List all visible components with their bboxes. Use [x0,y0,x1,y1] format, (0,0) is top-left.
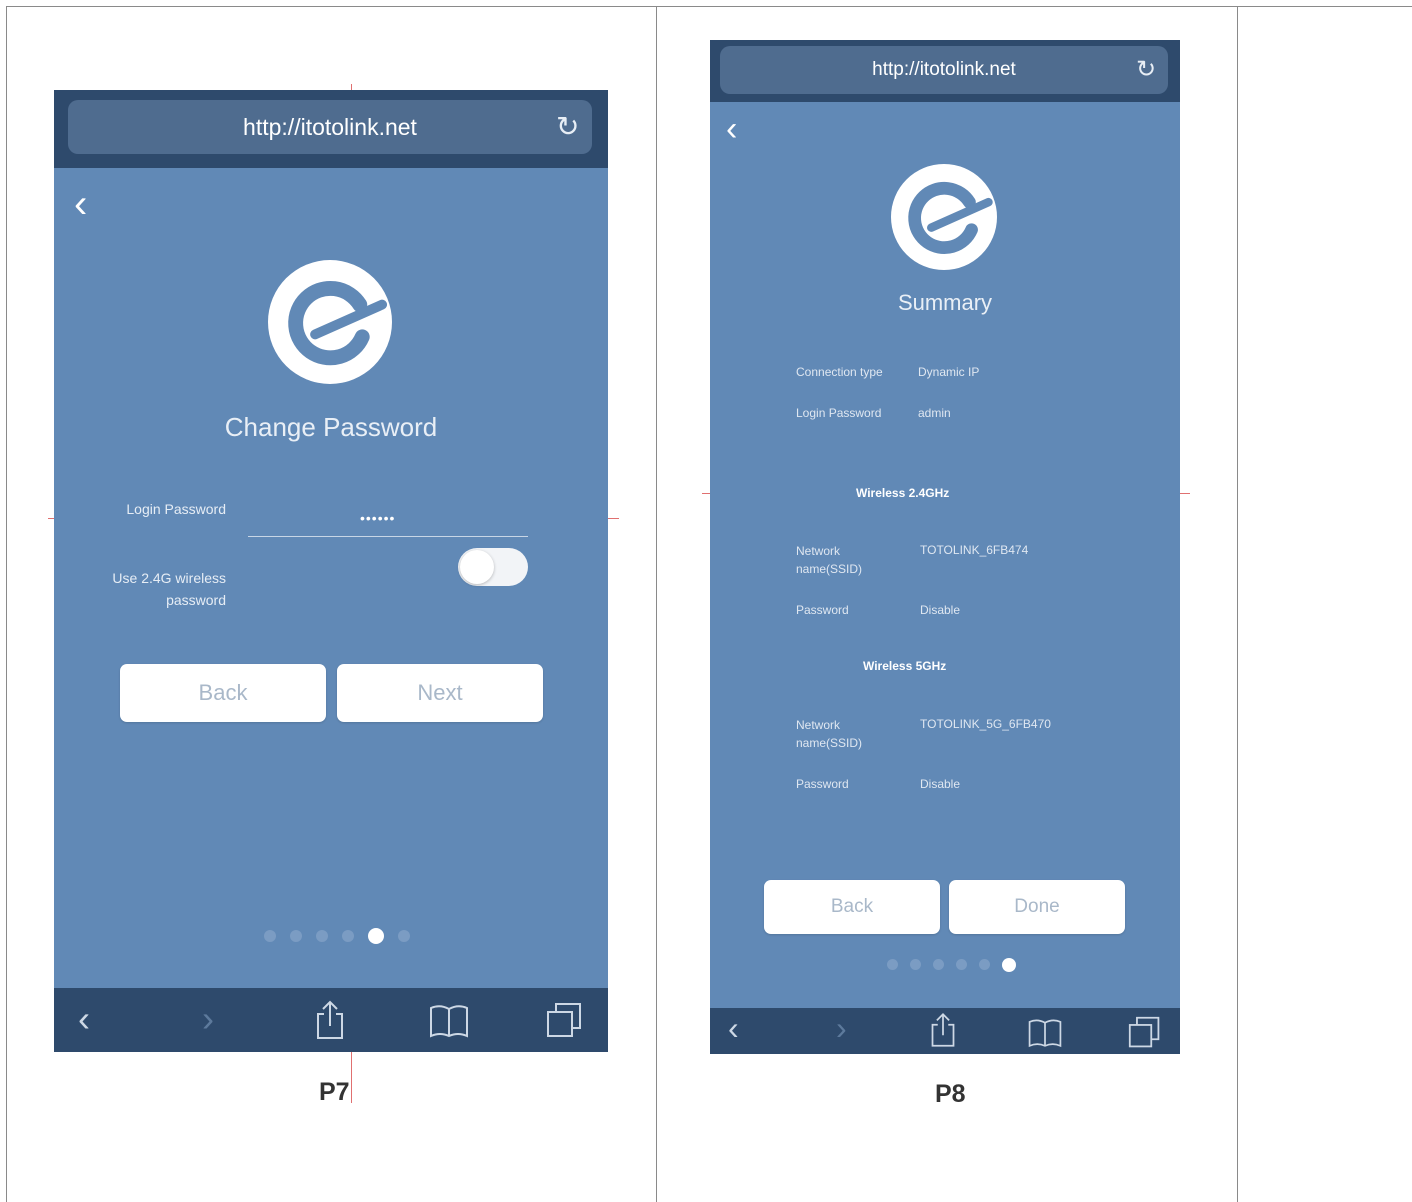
password-value-5: Disable [920,777,961,791]
totolink-logo [891,164,997,270]
share-glyph [317,1000,343,1039]
page-dot [264,930,276,942]
refresh-icon[interactable]: ↻ [556,110,579,143]
book-icon[interactable] [1027,1018,1063,1053]
use-24g-password-toggle[interactable] [458,548,528,586]
browser-top-bar: http://itotolink.net ↻ [710,40,1180,102]
tabs-glyph [547,1003,581,1037]
use-24g-password-label: Use 2.4G wireless password [112,570,226,608]
phone-screen-change-password: http://itotolink.net ↻ ‹ Change Password… [54,90,608,1052]
column-divider [1237,6,1238,1202]
network-name-value-5: TOTOLINK_5G_6FB470 [920,717,1051,731]
crop-mark [702,493,710,494]
page-indicator [264,928,410,944]
page-dot [910,959,921,970]
back-button[interactable]: Back [764,880,940,934]
page-title: Change Password [224,412,438,442]
caption-p7: P7 [319,1078,350,1106]
browser-top-bar: http://itotolink.net ↻ [54,90,608,168]
tabs-icon[interactable] [1128,1016,1162,1054]
book-glyph [1028,1019,1062,1048]
crop-mark [1180,493,1190,494]
tabs-glyph [1128,1016,1160,1048]
login-password-input[interactable]: •••••• [360,510,395,526]
chevron-left-icon[interactable]: ‹ [74,182,87,227]
connection-type-label: Connection type [796,365,883,379]
password-label-24: Password [796,603,849,617]
network-name-value-24: TOTOLINK_6FB474 [920,543,1029,557]
page-dot [342,930,354,942]
connection-type-value: Dynamic IP [918,365,980,379]
browser-back-icon[interactable]: ‹ [78,998,90,1040]
toggle-knob [460,550,494,584]
wireless-5ghz-heading: Wireless 5GHz [863,659,947,673]
network-name-label-5: Network name(SSID) [796,718,863,750]
back-button[interactable]: Back [120,664,326,722]
page-dot [290,930,302,942]
share-icon[interactable] [314,1000,346,1045]
caption-p8: P8 [935,1080,966,1108]
page-dot [887,959,898,970]
page-indicator [887,958,1016,972]
url-text: http://itotolink.net [872,59,1016,80]
url-bar[interactable]: http://itotolink.net [720,46,1168,94]
next-button[interactable]: Next [337,664,543,722]
page-dot [933,959,944,970]
url-bar[interactable]: http://itotolink.net [68,100,592,154]
page-title: Summary [897,290,993,315]
chevron-left-icon[interactable]: ‹ [726,110,737,149]
network-name-label-24: Network name(SSID) [796,544,863,576]
refresh-icon[interactable]: ↻ [1136,55,1156,84]
tabs-icon[interactable] [546,1002,584,1045]
login-password-label: Login Password [126,501,226,517]
login-password-value: admin [918,406,951,420]
page-dot-active [1002,958,1016,972]
password-value-24: Disable [920,603,961,617]
done-button[interactable]: Done [949,880,1125,934]
column-divider [656,6,657,1202]
page-dot [956,959,967,970]
browser-forward-icon[interactable]: › [836,1010,847,1047]
browser-bottom-bar: ‹ › [710,1008,1180,1054]
browser-forward-icon[interactable]: › [202,998,214,1040]
page-dot [316,930,328,942]
crop-mark [607,518,619,519]
browser-back-icon[interactable]: ‹ [728,1010,739,1047]
login-password-label: Login Password [796,406,882,420]
page-dot [398,930,410,942]
phone-screen-summary: http://itotolink.net ↻ ‹ Summary Connect… [710,40,1180,1054]
book-icon[interactable] [428,1004,470,1043]
wireless-24ghz-heading: Wireless 2.4GHz [856,486,950,500]
page-dot [979,959,990,970]
page-dot-active [368,928,384,944]
totolink-logo [268,260,392,384]
crop-mark [351,1043,352,1103]
browser-bottom-bar: ‹ › [54,988,608,1052]
password-underline [248,536,528,537]
password-label-5: Password [796,777,849,791]
logo-mark-icon [288,280,388,366]
url-text: http://itotolink.net [243,114,417,140]
share-glyph [931,1013,955,1047]
logo-mark-icon [908,181,993,254]
share-icon[interactable] [929,1012,957,1053]
book-glyph [430,1005,468,1038]
